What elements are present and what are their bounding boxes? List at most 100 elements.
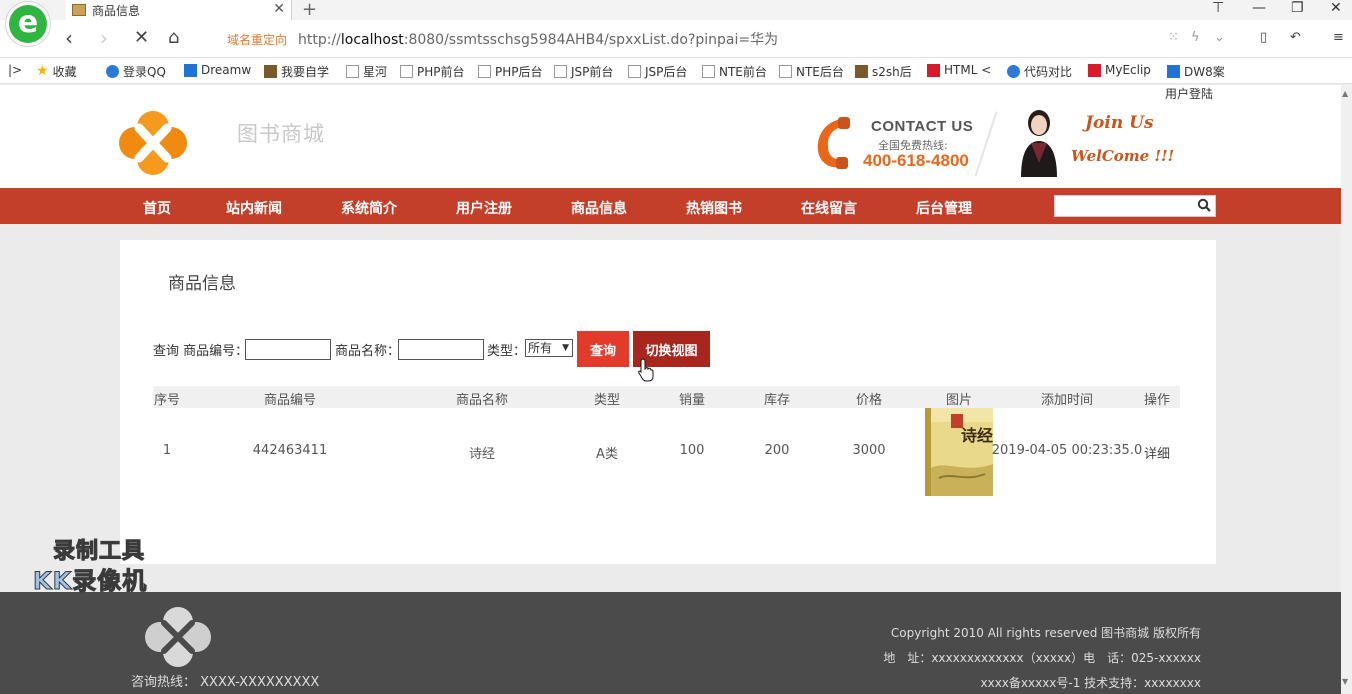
welcome-text: WelCome !!! [1071,147,1175,165]
spokesperson-photo [1021,110,1057,177]
bookmark-item[interactable]: MyEclip [1088,63,1151,77]
page-icon [478,65,491,78]
bookmark-item[interactable]: JSP后台 [628,63,687,80]
bookmark-label: NTE后台 [796,65,844,79]
html-icon [927,63,940,77]
address-bar: ‹ › ✕ ⌂ 域名重定向 http://localhost:8080/ssmt… [0,20,1352,58]
nav-item[interactable]: 在线留言 [801,198,857,218]
bookmark-item[interactable]: 星河 [346,63,387,80]
new-tab-button[interactable]: + [302,0,317,20]
site-logo-icon[interactable] [117,110,189,176]
table-header: 序号 商品编号 商品名称 类型 销量 库存 价格 图片 添加时间 操作 [153,386,1180,408]
menu-icon[interactable]: ≡ [1333,30,1344,45]
back-icon[interactable]: ‹ [65,27,73,49]
lightning-icon[interactable]: ϟ [1191,30,1200,45]
bookmark-item[interactable]: NTE前台 [702,63,767,80]
scroll-down-icon[interactable]: ▼ [1342,677,1348,686]
col-header: 类型 [593,393,621,408]
type-select-value: 所有 [528,341,553,355]
dreamweaver-icon [184,63,197,77]
filter-form: 查询 商品编号： 商品名称： 类型： 所有 ▼ 查询 切换视图 [153,331,1193,367]
code-filter-label: 查询 商品编号： [153,344,249,359]
close-window-button[interactable]: ✕ [1330,0,1342,16]
nav-item[interactable]: 后台管理 [916,198,972,218]
pin-icon[interactable]: ⊤ [1212,0,1224,16]
footer-logo-icon [145,607,211,667]
tab-close-icon[interactable]: ✕ [273,1,285,17]
footer-hotline: 咨询热线： XXXX-XXXXXXXXX [131,675,320,690]
restore-button[interactable]: ❐ [1291,0,1304,16]
bookmarks-bar: |> ★ 收藏 登录QQ Dreamw 我要自学 星河 PHP前台 PHP后台 JSP前台 JSP… [0,58,1352,84]
vertical-scrollbar[interactable]: ▲ ▼ [1341,85,1352,694]
book-cover-image[interactable]: 诗经 [925,408,993,496]
search-icon[interactable] [1197,198,1211,212]
bookmark-item[interactable]: NTE后台 [779,63,844,80]
bookmark-label: Dreamw [201,63,252,77]
bookmark-label: s2sh后 [872,65,912,79]
site-search-input[interactable] [1055,196,1190,216]
query-button[interactable]: 查询 [577,331,629,367]
bookmark-item[interactable]: s2sh后 [855,63,912,80]
nav-item[interactable]: 首页 [143,198,171,218]
col-header: 序号 [153,393,181,408]
scroll-up-icon[interactable]: ▲ [1342,89,1348,98]
grid-icon[interactable]: ⁙ [1168,30,1179,45]
product-list-panel: 商品信息 查询 商品编号： 商品名称： 类型： 所有 ▼ 查询 切换视图 序号 … [120,240,1216,564]
bookmark-item[interactable]: 我要自学 [264,63,329,80]
stop-loading-icon[interactable]: ✕ [134,27,149,49]
bookmark-item[interactable]: 代码对比 [1007,63,1072,80]
nav-item[interactable]: 商品信息 [571,198,627,218]
site-icon [264,65,277,78]
bookmark-label: PHP前台 [417,65,465,79]
home-icon[interactable]: ⌂ [168,27,179,49]
type-select[interactable]: 所有 ▼ [525,339,573,357]
sidebar-toggle-icon[interactable]: |> [8,63,22,77]
bookmark-item[interactable]: DW8案 [1167,63,1225,80]
nav-item[interactable]: 热销图书 [686,198,742,218]
site-header: 图书商城 用户登陆 CONTACT US 全国免费热线: 400-618-480… [0,85,1341,188]
bookmark-label: HTML < [944,63,992,77]
cell-code: 442463411 [252,443,328,458]
bookmark-item[interactable]: JSP前台 [554,63,613,80]
col-header: 商品名称 [455,393,509,408]
site-search [1054,195,1216,217]
bookmark-item[interactable]: HTML < [927,63,991,77]
tab-title: 商品信息 [92,3,141,18]
product-code-input[interactable] [245,339,331,360]
reading-mode-icon[interactable]: ▯ [1260,30,1267,45]
bookmark-item[interactable]: 登录QQ [106,63,166,80]
browser-tab-active[interactable]: 商品信息 ✕ [66,0,292,20]
qq-icon [106,65,119,78]
product-name-input[interactable] [398,339,484,360]
url-field[interactable]: http://localhost:8080/ssmtsschsg5984AHB4… [298,29,778,49]
url-path: :8080/ssmtsschsg5984AHB4/spxxList.do?pin… [403,32,779,48]
user-login-link[interactable]: 用户登陆 [1165,85,1213,102]
bookmark-label: 登录QQ [123,65,166,79]
bookmark-item[interactable]: ★ 收藏 [36,63,77,80]
footer-copyright: Copyright 2010 All rights reserved 图书商城 … [890,626,1201,640]
cell-sales: 100 [679,443,705,458]
watermark-line2: KK录像机 [32,567,148,596]
minimize-button[interactable]: — [1252,0,1266,16]
bookmark-item[interactable]: PHP前台 [400,63,465,80]
contact-banner: CONTACT US 全国免费热线: 400-618-4800 [812,107,992,177]
nav-item[interactable]: 系统简介 [341,198,397,218]
col-header: 库存 [763,393,791,408]
undo-icon[interactable]: ↶ [1290,30,1301,45]
forward-icon[interactable]: › [100,27,108,49]
contact-us-heading: CONTACT US [871,118,974,135]
bookmark-item[interactable]: Dreamw [184,63,251,77]
nav-item[interactable]: 用户注册 [456,198,512,218]
browser-logo-icon[interactable]: e [5,1,51,47]
redirect-badge[interactable]: 域名重定向 [227,31,287,48]
col-header: 图片 [945,393,973,408]
url-host: localhost [340,32,404,48]
detail-link[interactable]: 详细 [1144,443,1170,462]
col-header: 价格 [855,393,883,408]
bookmark-item[interactable]: PHP后台 [478,63,543,80]
bookmark-label: JSP后台 [645,65,688,79]
dropdown-chevron-icon[interactable]: ⌄ [1214,30,1225,45]
nav-item[interactable]: 站内新闻 [226,198,282,218]
main-navigation: 首页 站内新闻 系统简介 用户注册 商品信息 热销图书 在线留言 后台管理 [0,188,1341,224]
page-icon [702,65,715,78]
